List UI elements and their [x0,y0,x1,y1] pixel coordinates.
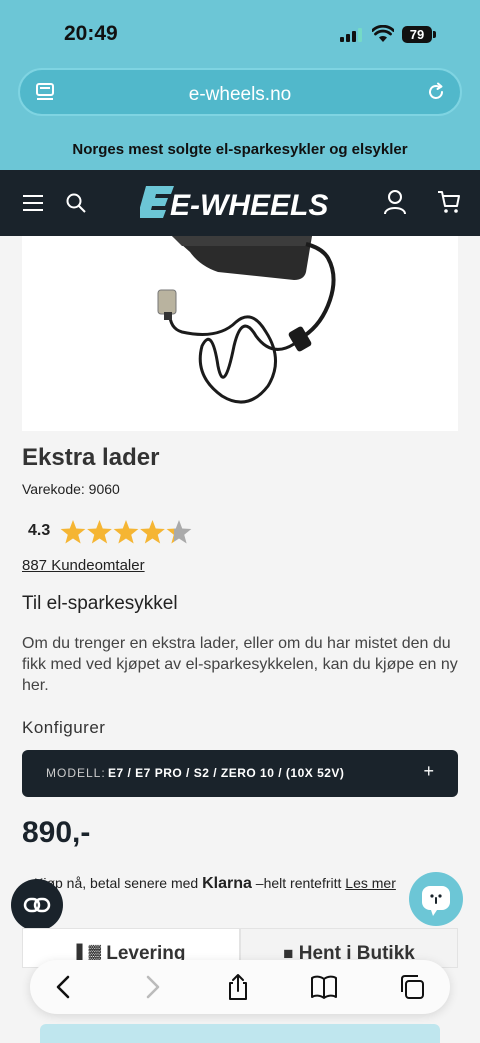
battery-icon: 79 [402,26,436,43]
star-icon [113,520,139,544]
product-subtitle: Til el-sparkesykkel [22,593,178,614]
product-description: Om du trenger en ekstra lader, eller om … [22,635,458,694]
status-bar: 20:49 79 [0,0,480,64]
model-select-value: E7 / E7 PRO / S2 / ZERO 10 / (10X 52V) [108,766,345,780]
back-icon[interactable] [50,973,78,1001]
star-icon [166,520,192,544]
charger-illustration [157,236,336,404]
chat-link-icon [23,897,51,913]
klarna-info: Kjøp nå, betal senere med Klarna –helt r… [34,875,396,893]
chat-button[interactable] [11,879,63,931]
account-icon[interactable] [384,189,406,215]
forward-icon[interactable] [138,973,166,1001]
smiley-chat-icon [422,886,450,916]
tabs-icon[interactable] [398,973,426,1001]
star-icon [60,520,86,544]
rating-value: 4.3 [28,522,51,539]
reload-icon[interactable] [426,82,446,102]
star-icon [87,520,112,544]
promo-banner: Norges mest solgte el-sparkesykler og el… [0,128,480,170]
configure-label: Konfigurer [22,718,106,737]
star-icon [140,520,165,544]
reviews-link[interactable]: 887 Kundeomtaler [22,557,145,574]
site-logo[interactable]: E-WHEELS [140,184,340,222]
help-widget-button[interactable] [409,872,463,926]
logo-text: E-WHEELS [170,189,328,222]
url-text: e-wheels.no [188,84,292,105]
cellular-signal-icon [340,28,364,42]
product-price: 890,- [22,816,91,849]
product-image[interactable] [22,236,458,431]
model-select[interactable]: MODELL: E7 / E7 PRO / S2 / ZERO 10 / (10… [22,750,458,797]
search-icon[interactable] [66,193,86,213]
address-bar[interactable]: e-wheels.no [18,68,462,116]
browser-toolbar [30,960,450,1014]
klarna-logo: Klarna [202,875,252,892]
share-icon[interactable] [224,973,252,1001]
wifi-icon [372,25,394,42]
product-title: Ekstra lader [22,444,160,471]
klarna-suffix: –helt rentefritt [255,875,342,891]
bottom-button-edge [40,1024,440,1043]
hamburger-menu-icon[interactable] [22,194,44,212]
status-time: 20:49 [64,22,118,45]
browser-address-area: e-wheels.no [0,64,480,128]
model-select-key: MODELL: [46,766,106,780]
cart-icon[interactable] [437,190,461,214]
rating-stars [60,520,192,544]
site-header: E-WHEELS [0,170,480,236]
product-sku: Varekode: 9060 [22,481,120,497]
bookmarks-icon[interactable] [310,973,338,1001]
klarna-read-more-link[interactable]: Les mer [345,875,396,891]
expand-plus-icon: + [423,761,434,781]
